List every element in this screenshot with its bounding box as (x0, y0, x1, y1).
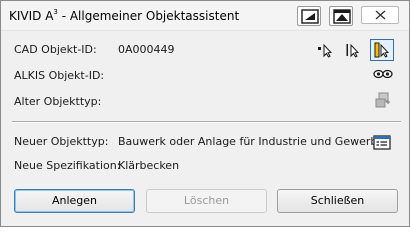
new-type-value: Bauwerk oder Anlage für Industrie und Ge… (118, 135, 385, 148)
new-spec-label: Neue Spezifikation: (14, 159, 121, 172)
highlight-pick-cursor-icon (374, 42, 390, 58)
pick-object-cursor-icon (346, 43, 360, 58)
delete-button[interactable]: Löschen (146, 189, 267, 213)
pick-point-button[interactable] (317, 42, 333, 58)
old-type-label: Alter Objekttyp: (14, 95, 102, 108)
section-divider (12, 121, 401, 123)
pick-point-cursor-icon (318, 43, 333, 58)
new-type-label: Neuer Objekttyp: (14, 135, 109, 148)
close-button[interactable] (361, 6, 399, 24)
dialog-window: KIVID A3 - Allgemeiner Objektassistent C… (0, 0, 410, 227)
object-convert-icon (375, 92, 390, 108)
collapse-button[interactable] (329, 6, 353, 26)
cad-id-label: CAD Objekt-ID: (14, 43, 97, 56)
type-select-button[interactable] (373, 135, 391, 150)
type-list-icon (373, 135, 391, 150)
cad-id-value: 0A000449 (118, 43, 175, 56)
convert-button[interactable] (375, 92, 391, 108)
alkis-id-label: ALKIS Objekt-ID: (14, 69, 105, 82)
eyes-view-icon (373, 69, 393, 79)
highlight-pick-button[interactable] (370, 39, 394, 61)
minimize-to-tray-icon (301, 9, 319, 24)
collapse-up-icon (333, 9, 351, 24)
window-title: KIVID A3 - Allgemeiner Objektassistent (9, 8, 240, 23)
create-button[interactable]: Anlegen (14, 189, 135, 213)
close-dialog-button[interactable]: Schließen (277, 189, 398, 213)
minimize-button[interactable] (297, 6, 321, 26)
view-button[interactable] (373, 68, 393, 80)
title-bar[interactable]: KIVID A3 - Allgemeiner Objektassistent (1, 1, 409, 31)
close-icon (375, 10, 386, 20)
new-spec-value: Klärbecken (118, 159, 180, 172)
pick-object-button[interactable] (345, 42, 361, 58)
